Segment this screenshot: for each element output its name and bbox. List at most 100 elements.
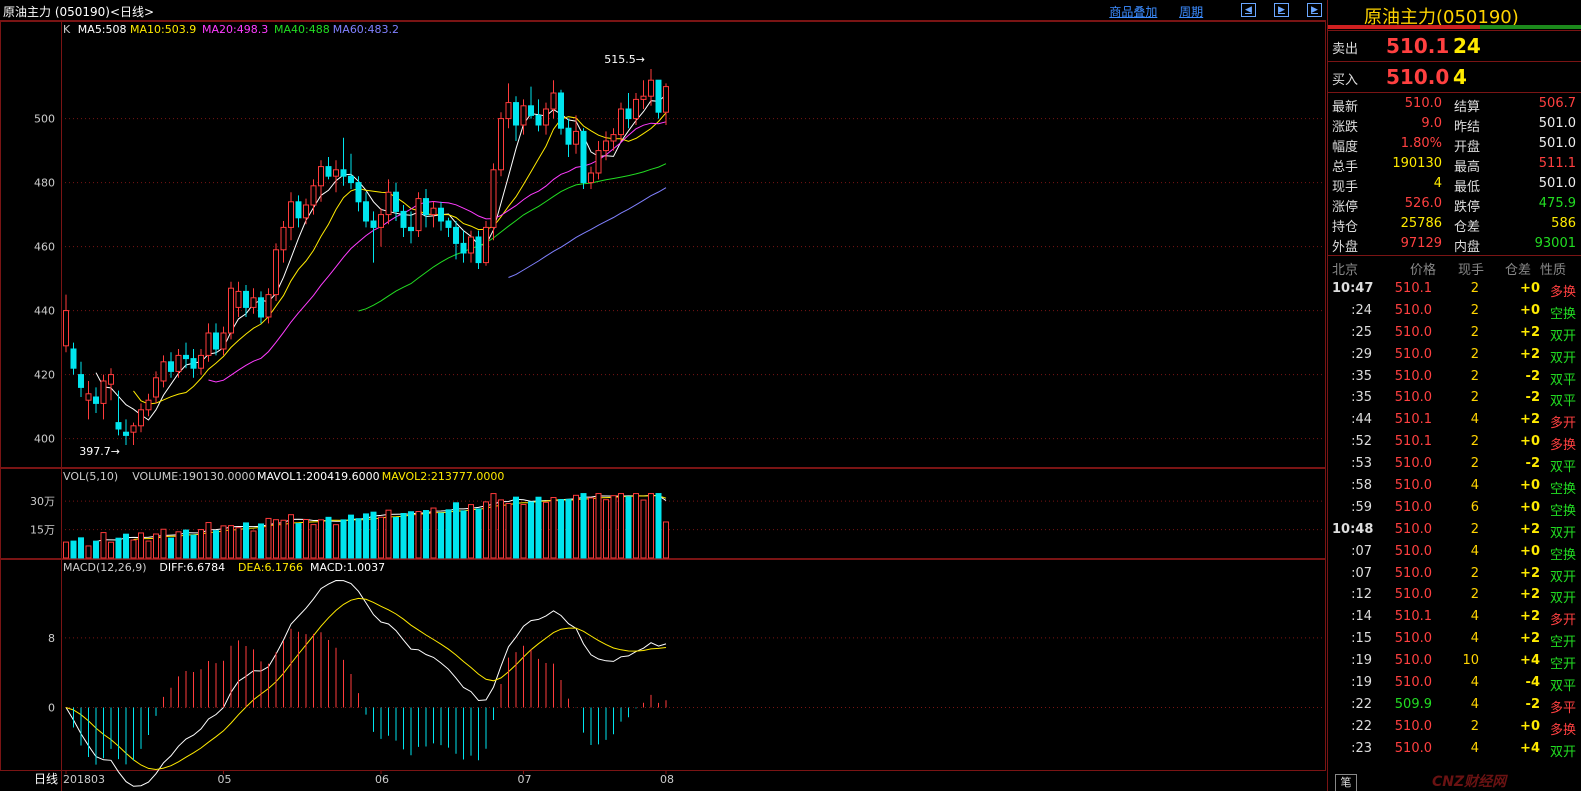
tick-row[interactable]: :35 510.0 2 -2 双平 (1328, 387, 1581, 409)
tick-oi-change: +0 (1520, 281, 1540, 296)
candle-body (228, 287, 234, 334)
x-tick-label: 201803 (63, 773, 105, 786)
tick-volume: 2 (1470, 324, 1479, 340)
tick-type: 多开 (1549, 416, 1576, 432)
candle-body (280, 226, 287, 251)
volume-bar (520, 504, 527, 559)
candle-body (633, 98, 639, 120)
volume-bar (363, 513, 369, 559)
x-tick-label: 08 (660, 773, 674, 786)
tick-row[interactable]: :19 510.0 10 +4 空开 (1328, 650, 1581, 672)
tick-row[interactable]: :53 510.0 2 -2 双平 (1328, 453, 1581, 475)
arrow-end-icon[interactable]: ▶ (1307, 3, 1322, 17)
volume-tick-label: 30万 (30, 495, 55, 508)
tick-row[interactable]: :35 510.0 2 -2 双平 (1328, 366, 1581, 388)
tick-type: 空开 (1549, 657, 1576, 673)
tick-volume: 4 (1470, 696, 1479, 712)
volume-bar (415, 511, 422, 559)
tick-time: :14 (1351, 609, 1372, 625)
candle-body (70, 348, 77, 369)
volume-bar (190, 534, 197, 559)
chart-title-bar: 原油主力 (050190)<日线> 商品叠加 周期 ◀ ▶ ▶ (0, 0, 1326, 21)
tick-row[interactable]: :29 510.0 2 +2 双开 (1328, 344, 1581, 366)
volume-bar (220, 525, 227, 559)
tick-price: 510.0 (1394, 390, 1432, 406)
stat-label: 外盘 (1332, 240, 1359, 255)
tick-oi-change: +2 (1520, 346, 1540, 362)
tick-row[interactable]: :19 510.0 4 -4 双平 (1328, 672, 1581, 694)
tick-volume: 2 (1470, 368, 1479, 384)
tick-type: 双开 (1549, 350, 1576, 366)
stat-label: 最高 (1454, 160, 1481, 175)
tick-row[interactable]: :58 510.0 4 +0 空换 (1328, 475, 1581, 497)
candle-body (85, 393, 92, 401)
tick-volume: 4 (1470, 478, 1479, 494)
candle-body (333, 169, 339, 177)
tick-row[interactable]: :52 510.1 2 +0 多换 (1328, 431, 1581, 453)
arrow-right-icon[interactable]: ▶ (1274, 3, 1289, 17)
tick-price: 510.1 (1394, 609, 1432, 625)
tick-row[interactable]: :15 510.0 4 +2 空开 (1328, 628, 1581, 650)
overlay-commodity-button[interactable]: 商品叠加 (1109, 5, 1157, 19)
arrow-left-icon[interactable]: ◀ (1241, 3, 1256, 17)
col-time: 北京 (1332, 263, 1359, 278)
tick-row[interactable]: :23 510.0 4 +4 双开 (1328, 738, 1581, 760)
volume-bar (475, 508, 482, 559)
tick-price: 510.0 (1394, 521, 1432, 537)
tick-list[interactable]: 10:47 510.1 2 +0 多换:24 510.0 2 +0 空换:25 510.0 2 +2 双… (1328, 278, 1581, 760)
tick-row[interactable]: :12 510.0 2 +2 双开 (1328, 584, 1581, 606)
kline-legend-ma5: MA5:508 (78, 23, 127, 36)
tick-row[interactable]: :22 510.0 2 +0 多换 (1328, 716, 1581, 738)
tick-price: 510.0 (1394, 368, 1432, 384)
period-button[interactable]: 周期 (1179, 5, 1203, 19)
tick-row[interactable]: :07 510.0 4 +0 空换 (1328, 541, 1581, 563)
tick-volume: 2 (1470, 281, 1479, 296)
volume-bar (528, 501, 534, 559)
ma-line-ma60 (508, 187, 667, 278)
tick-row[interactable]: :25 510.0 2 +2 双开 (1328, 322, 1581, 344)
stat-value: 510.0 (1404, 96, 1442, 111)
candle-body (490, 169, 497, 228)
tick-price: 510.0 (1394, 631, 1432, 647)
tick-price: 510.1 (1394, 281, 1432, 296)
ticks-tab[interactable]: 笔 (1335, 774, 1357, 791)
candle-body (205, 332, 212, 356)
candle-body (348, 175, 354, 184)
tick-row[interactable]: :22 509.9 4 -2 多平 (1328, 694, 1581, 716)
volume-bar (108, 541, 114, 559)
tick-row[interactable]: :44 510.1 4 +2 多开 (1328, 409, 1581, 431)
tick-time: 10:48 (1332, 521, 1374, 537)
tick-row[interactable]: :14 510.1 4 +2 多开 (1328, 606, 1581, 628)
volume-bar (565, 498, 572, 559)
tick-oi-change: +2 (1520, 631, 1540, 647)
tick-oi-change: -2 (1525, 390, 1540, 406)
macd-legend-dea: DEA:6.1766 (238, 561, 303, 574)
tick-volume: 2 (1470, 456, 1479, 472)
kline-chart[interactable]: 400420440460480500515.5→397.7→K MA5:508 MA… (0, 21, 1326, 791)
volume-bar (93, 540, 99, 559)
stat-value: 93001 (1534, 236, 1576, 251)
tick-type: 双平 (1549, 460, 1576, 476)
stat-label: 总手 (1332, 160, 1359, 175)
volume-bar (175, 531, 182, 559)
candle-body (340, 169, 347, 177)
tick-time: :22 (1351, 696, 1372, 712)
tick-row[interactable]: :24 510.0 2 +0 空换 (1328, 300, 1581, 322)
candle-body (468, 236, 474, 254)
tick-row[interactable]: 10:48 510.0 2 +2 双开 (1328, 519, 1581, 541)
volume-bar (393, 517, 399, 559)
volume-bar (340, 519, 347, 559)
stat-row: 幅度 1.80% 开盘 501.0 (1328, 134, 1581, 155)
candle-body (625, 108, 632, 120)
ma-line-ma40 (358, 163, 667, 312)
volume-bar (580, 493, 587, 559)
sell-price: 510.1 (1386, 34, 1450, 58)
volume-bar (625, 496, 632, 559)
volume-bar (273, 519, 279, 559)
tick-row[interactable]: 10:47 510.1 2 +0 多换 (1328, 278, 1581, 300)
tick-oi-change: +2 (1520, 521, 1540, 537)
tick-oi-change: -2 (1525, 368, 1540, 384)
tick-row[interactable]: :59 510.0 6 +0 空换 (1328, 497, 1581, 519)
tick-row[interactable]: :07 510.0 2 +2 双开 (1328, 563, 1581, 585)
tick-list-header: 北京 价格 现手 仓差 性质 (1328, 256, 1581, 278)
